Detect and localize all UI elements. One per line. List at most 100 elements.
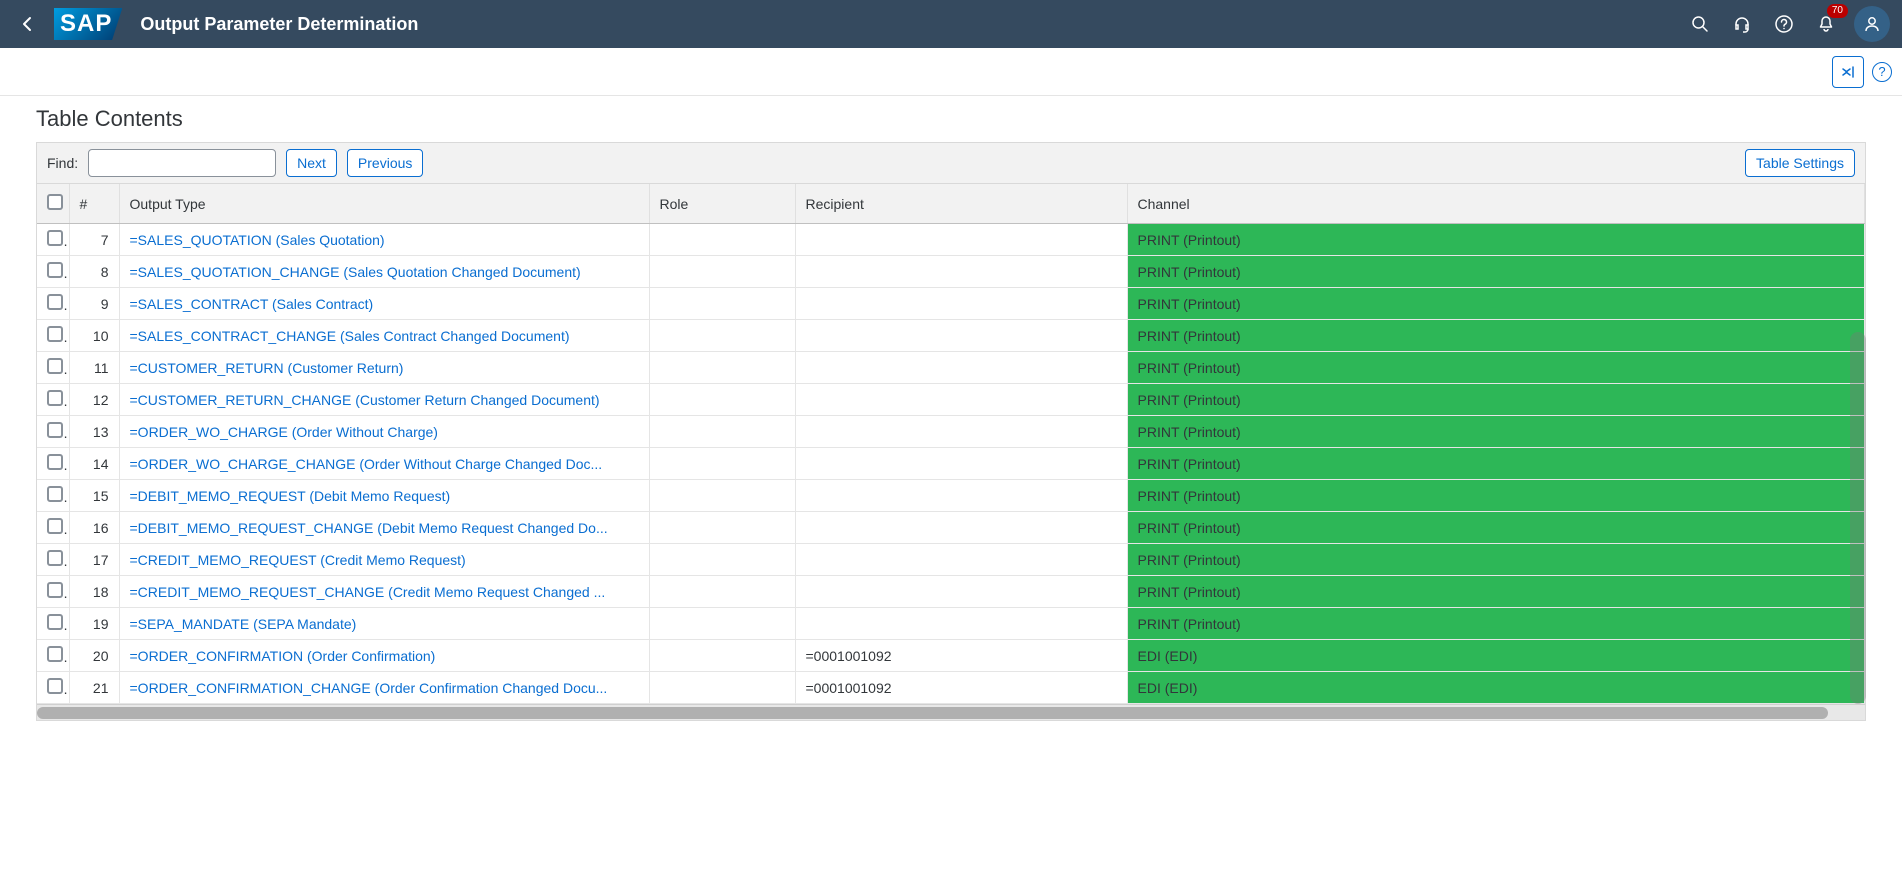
row-select-cell[interactable] xyxy=(37,608,69,640)
table-row[interactable]: 15=DEBIT_MEMO_REQUEST (Debit Memo Reques… xyxy=(37,480,1865,512)
header-num[interactable]: # xyxy=(69,184,119,224)
row-select-cell[interactable] xyxy=(37,544,69,576)
row-select-cell[interactable] xyxy=(37,480,69,512)
output-type-cell[interactable]: =SALES_CONTRACT_CHANGE (Sales Contract C… xyxy=(119,320,649,352)
row-checkbox[interactable] xyxy=(47,678,63,694)
row-select-cell[interactable] xyxy=(37,448,69,480)
header-role[interactable]: Role xyxy=(649,184,795,224)
headset-button[interactable] xyxy=(1724,6,1760,42)
table-row[interactable]: 11=CUSTOMER_RETURN (Customer Return)PRIN… xyxy=(37,352,1865,384)
sap-logo[interactable]: SAP xyxy=(54,8,122,40)
output-type-cell[interactable]: =SALES_QUOTATION_CHANGE (Sales Quotation… xyxy=(119,256,649,288)
recipient-cell[interactable] xyxy=(795,352,1127,384)
row-checkbox[interactable] xyxy=(47,390,63,406)
row-select-cell[interactable] xyxy=(37,384,69,416)
output-type-cell[interactable]: =ORDER_WO_CHARGE (Order Without Charge) xyxy=(119,416,649,448)
row-checkbox[interactable] xyxy=(47,614,63,630)
role-cell[interactable] xyxy=(649,576,795,608)
table-row[interactable]: 19=SEPA_MANDATE (SEPA Mandate)PRINT (Pri… xyxy=(37,608,1865,640)
row-select-cell[interactable] xyxy=(37,672,69,704)
row-checkbox[interactable] xyxy=(47,294,63,310)
channel-cell[interactable]: PRINT (Printout) xyxy=(1127,320,1865,352)
output-type-cell[interactable]: =ORDER_WO_CHARGE_CHANGE (Order Without C… xyxy=(119,448,649,480)
recipient-cell[interactable] xyxy=(795,384,1127,416)
role-cell[interactable] xyxy=(649,352,795,384)
recipient-cell[interactable] xyxy=(795,224,1127,256)
recipient-cell[interactable]: =0001001092 xyxy=(795,672,1127,704)
role-cell[interactable] xyxy=(649,672,795,704)
recipient-cell[interactable] xyxy=(795,512,1127,544)
row-checkbox[interactable] xyxy=(47,486,63,502)
channel-cell[interactable]: PRINT (Printout) xyxy=(1127,352,1865,384)
header-output-type[interactable]: Output Type xyxy=(119,184,649,224)
recipient-cell[interactable] xyxy=(795,288,1127,320)
channel-cell[interactable]: PRINT (Printout) xyxy=(1127,384,1865,416)
role-cell[interactable] xyxy=(649,608,795,640)
output-type-cell[interactable]: =DEBIT_MEMO_REQUEST_CHANGE (Debit Memo R… xyxy=(119,512,649,544)
output-type-cell[interactable]: =SALES_QUOTATION (Sales Quotation) xyxy=(119,224,649,256)
output-type-cell[interactable]: =SALES_CONTRACT (Sales Contract) xyxy=(119,288,649,320)
role-cell[interactable] xyxy=(649,544,795,576)
channel-cell[interactable]: EDI (EDI) xyxy=(1127,640,1865,672)
table-row[interactable]: 10=SALES_CONTRACT_CHANGE (Sales Contract… xyxy=(37,320,1865,352)
row-checkbox[interactable] xyxy=(47,422,63,438)
back-button[interactable] xyxy=(12,8,44,40)
role-cell[interactable] xyxy=(649,512,795,544)
channel-cell[interactable]: PRINT (Printout) xyxy=(1127,416,1865,448)
horizontal-scrollbar[interactable] xyxy=(37,704,1865,720)
role-cell[interactable] xyxy=(649,416,795,448)
row-checkbox[interactable] xyxy=(47,646,63,662)
role-cell[interactable] xyxy=(649,288,795,320)
recipient-cell[interactable] xyxy=(795,416,1127,448)
role-cell[interactable] xyxy=(649,320,795,352)
output-type-cell[interactable]: =CUSTOMER_RETURN (Customer Return) xyxy=(119,352,649,384)
table-row[interactable]: 13=ORDER_WO_CHARGE (Order Without Charge… xyxy=(37,416,1865,448)
output-type-cell[interactable]: =ORDER_CONFIRMATION_CHANGE (Order Confir… xyxy=(119,672,649,704)
row-select-cell[interactable] xyxy=(37,576,69,608)
output-type-cell[interactable]: =SEPA_MANDATE (SEPA Mandate) xyxy=(119,608,649,640)
notifications-button[interactable]: 70 xyxy=(1808,6,1844,42)
row-select-cell[interactable] xyxy=(37,352,69,384)
recipient-cell[interactable] xyxy=(795,480,1127,512)
row-select-cell[interactable] xyxy=(37,416,69,448)
channel-cell[interactable]: PRINT (Printout) xyxy=(1127,576,1865,608)
header-channel[interactable]: Channel xyxy=(1127,184,1865,224)
channel-cell[interactable]: PRINT (Printout) xyxy=(1127,256,1865,288)
channel-cell[interactable]: PRINT (Printout) xyxy=(1127,224,1865,256)
row-select-cell[interactable] xyxy=(37,512,69,544)
output-type-cell[interactable]: =ORDER_CONFIRMATION (Order Confirmation) xyxy=(119,640,649,672)
table-row[interactable]: 18=CREDIT_MEMO_REQUEST_CHANGE (Credit Me… xyxy=(37,576,1865,608)
row-select-cell[interactable] xyxy=(37,640,69,672)
table-row[interactable]: 17=CREDIT_MEMO_REQUEST (Credit Memo Requ… xyxy=(37,544,1865,576)
output-type-cell[interactable]: =CREDIT_MEMO_REQUEST (Credit Memo Reques… xyxy=(119,544,649,576)
table-row[interactable]: 16=DEBIT_MEMO_REQUEST_CHANGE (Debit Memo… xyxy=(37,512,1865,544)
role-cell[interactable] xyxy=(649,480,795,512)
row-checkbox[interactable] xyxy=(47,230,63,246)
row-select-cell[interactable] xyxy=(37,256,69,288)
role-cell[interactable] xyxy=(649,448,795,480)
search-button[interactable] xyxy=(1682,6,1718,42)
user-avatar-button[interactable] xyxy=(1854,6,1890,42)
recipient-cell[interactable] xyxy=(795,608,1127,640)
output-type-cell[interactable]: =CUSTOMER_RETURN_CHANGE (Customer Return… xyxy=(119,384,649,416)
row-select-cell[interactable] xyxy=(37,320,69,352)
table-row[interactable]: 8=SALES_QUOTATION_CHANGE (Sales Quotatio… xyxy=(37,256,1865,288)
output-type-cell[interactable]: =DEBIT_MEMO_REQUEST (Debit Memo Request) xyxy=(119,480,649,512)
row-select-cell[interactable] xyxy=(37,288,69,320)
role-cell[interactable] xyxy=(649,384,795,416)
channel-cell[interactable]: PRINT (Printout) xyxy=(1127,288,1865,320)
recipient-cell[interactable] xyxy=(795,544,1127,576)
channel-cell[interactable]: PRINT (Printout) xyxy=(1127,448,1865,480)
select-all-checkbox[interactable] xyxy=(47,194,63,210)
role-cell[interactable] xyxy=(649,640,795,672)
row-checkbox[interactable] xyxy=(47,262,63,278)
channel-cell[interactable]: PRINT (Printout) xyxy=(1127,544,1865,576)
find-input[interactable] xyxy=(88,149,276,177)
inline-help-button[interactable]: ? xyxy=(1872,62,1892,82)
scrollbar-thumb[interactable] xyxy=(37,707,1828,719)
help-button[interactable] xyxy=(1766,6,1802,42)
table-settings-button[interactable]: Table Settings xyxy=(1745,149,1855,177)
channel-cell[interactable]: PRINT (Printout) xyxy=(1127,512,1865,544)
previous-button[interactable]: Previous xyxy=(347,149,423,177)
row-checkbox[interactable] xyxy=(47,326,63,342)
